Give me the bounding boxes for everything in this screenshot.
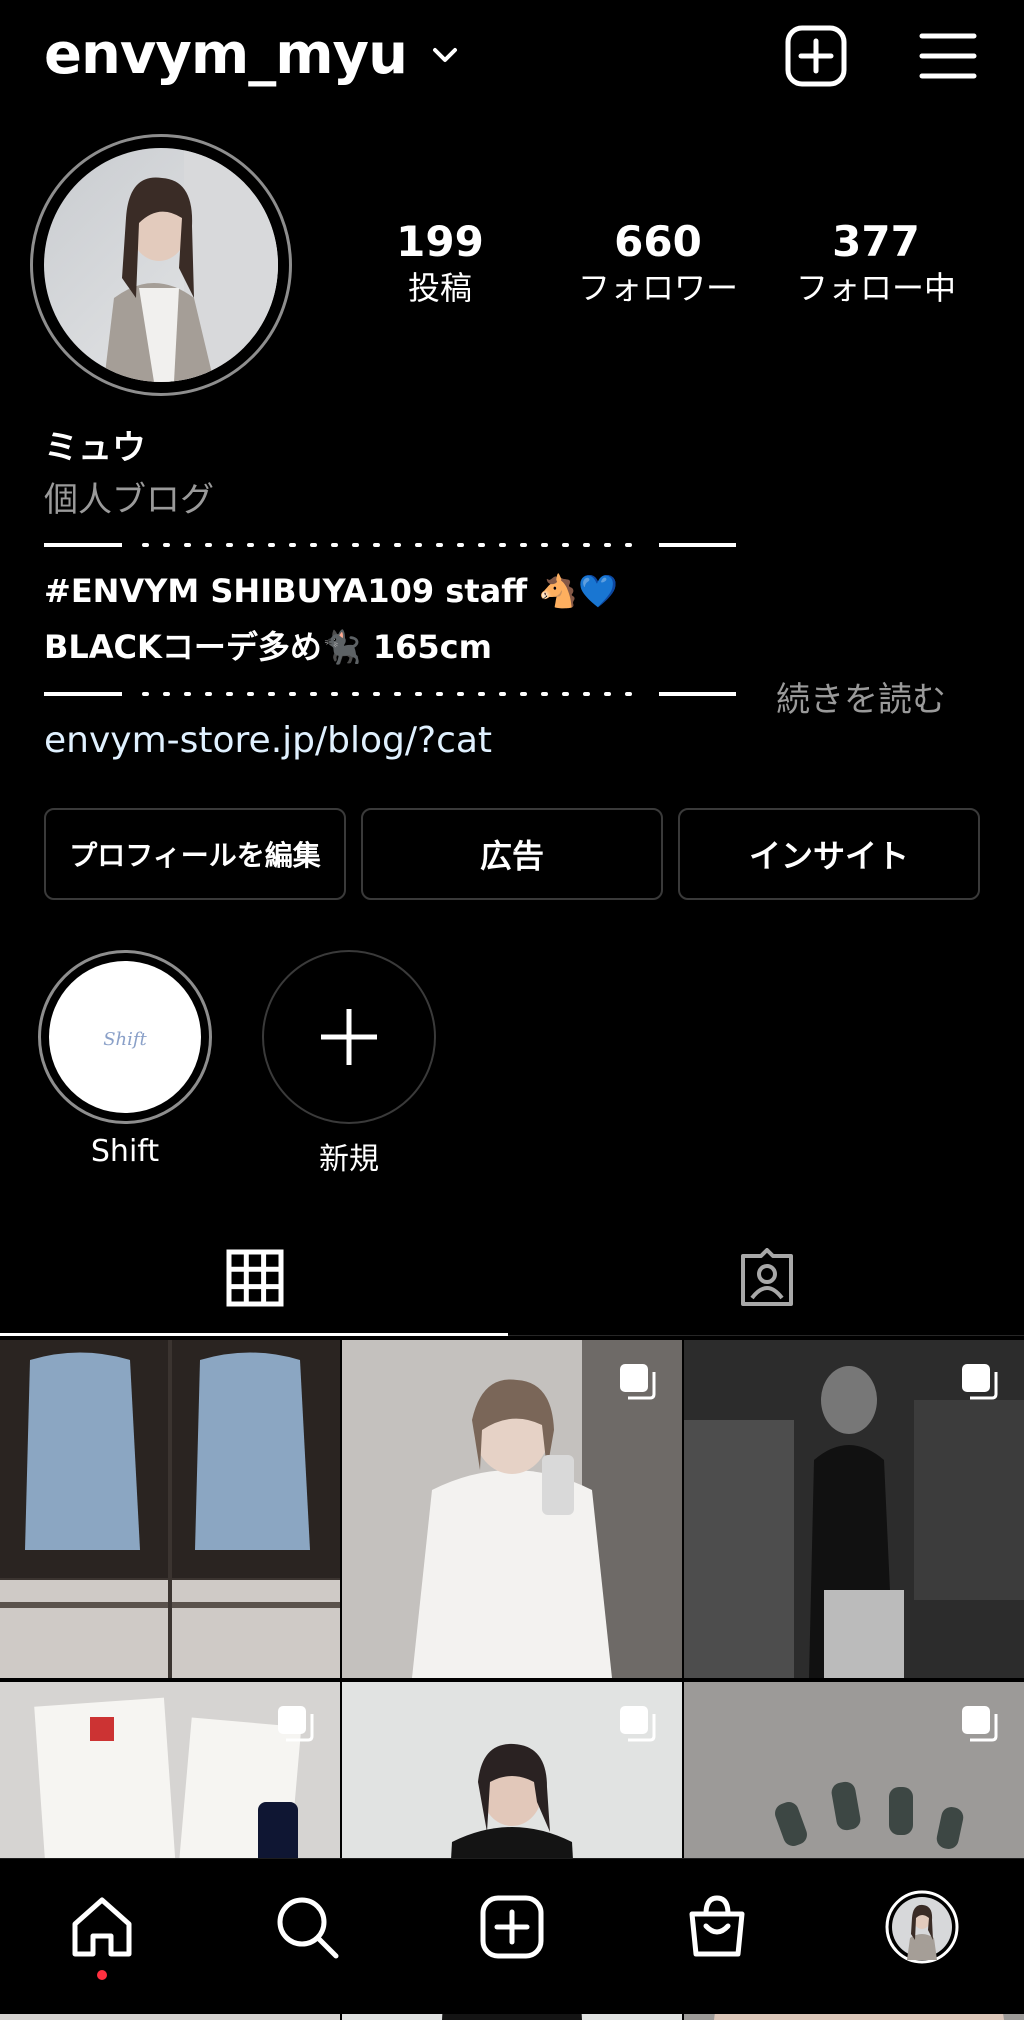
stat-following[interactable]: 377 フォロー中: [776, 216, 976, 308]
active-tab-indicator: [0, 1333, 508, 1336]
display-name: ミュウ: [44, 428, 146, 468]
profile-username[interactable]: envym_myu: [44, 22, 408, 87]
highlight-shift[interactable]: Shift: [38, 950, 212, 1124]
stat-followers-count: 660: [614, 217, 702, 266]
new-post-icon[interactable]: [784, 24, 848, 88]
shop-icon[interactable]: [682, 1892, 752, 1962]
avatar[interactable]: [44, 148, 278, 382]
bio-divider: [44, 543, 736, 547]
stat-posts-count: 199: [396, 217, 484, 266]
menu-icon[interactable]: [916, 24, 980, 88]
ads-button[interactable]: 広告: [361, 808, 663, 900]
notification-dot: [97, 1970, 107, 1980]
highlight-cover-text: Shift: [103, 1029, 147, 1050]
bio-line-2: BLACKコーデ多め🐈‍⬛ 165cm: [44, 628, 492, 666]
highlight-label: Shift: [90, 1134, 160, 1169]
stat-following-label: フォロー中: [795, 269, 956, 307]
profile-link[interactable]: envym-store.jp/blog/?cat: [44, 720, 492, 761]
chevron-down-icon[interactable]: [430, 40, 460, 70]
edit-profile-button[interactable]: プロフィールを編集: [44, 808, 346, 900]
search-icon[interactable]: [272, 1892, 342, 1962]
stat-posts-label: 投稿: [407, 269, 472, 307]
carousel-icon: [278, 1706, 314, 1742]
bio-divider: [44, 692, 736, 696]
highlight-cover: Shift: [49, 961, 201, 1113]
carousel-icon: [620, 1706, 656, 1742]
grid-icon[interactable]: [225, 1248, 285, 1308]
stat-posts[interactable]: 199 投稿: [340, 216, 540, 308]
profile-avatar[interactable]: [885, 1890, 959, 1964]
stat-followers[interactable]: 660 フォロワー: [558, 216, 758, 308]
bio-line-1: #ENVYM SHIBUYA109 staff 🐴💙: [44, 572, 618, 610]
create-icon[interactable]: [477, 1892, 547, 1962]
highlight-label: 新規: [319, 1142, 379, 1177]
carousel-icon: [962, 1364, 998, 1400]
highlight-new[interactable]: [262, 950, 436, 1124]
read-more-link[interactable]: 続きを読む: [776, 672, 946, 721]
insights-button[interactable]: インサイト: [678, 808, 980, 900]
post-thumbnail[interactable]: [0, 1340, 340, 1678]
stat-following-count: 377: [832, 217, 920, 266]
carousel-icon: [620, 1364, 656, 1400]
stat-followers-label: フォロワー: [577, 269, 738, 307]
home-icon[interactable]: [67, 1892, 137, 1962]
tagged-icon[interactable]: [737, 1248, 797, 1308]
profile-category: 個人ブログ: [44, 480, 214, 520]
plus-icon: [321, 1009, 377, 1065]
carousel-icon: [962, 1706, 998, 1742]
